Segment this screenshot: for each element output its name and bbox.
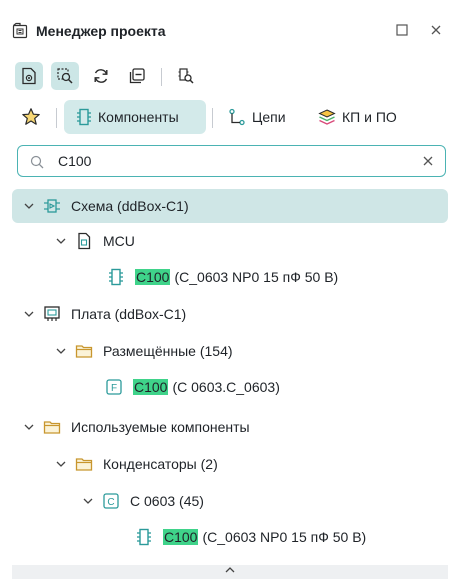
collapse-all-button[interactable]: [123, 62, 151, 90]
tab-label: Компоненты: [98, 109, 179, 125]
tree-node-c100-footprint[interactable]: F C100 (C 0603.C_0603): [12, 370, 448, 404]
component-icon: [107, 268, 125, 286]
chevron-up-icon: [225, 567, 235, 573]
refresh-icon: [94, 69, 108, 83]
title-bar: Менеджер проекта: [0, 0, 452, 50]
tree-node-label: (C_0603 NP0 15 пФ 50 В): [174, 269, 339, 285]
close-button[interactable]: [426, 20, 446, 40]
project-manager-icon: [12, 22, 28, 39]
maximize-button[interactable]: [392, 20, 412, 40]
svg-text:C: C: [107, 497, 114, 508]
locate-button[interactable]: [172, 62, 200, 90]
tabs-separator: [212, 108, 213, 128]
layers-icon: [318, 109, 336, 125]
tree-node-capacitors[interactable]: Конденсаторы (2): [12, 447, 448, 481]
search-match-highlight: C100: [135, 269, 171, 285]
search-input[interactable]: [58, 150, 418, 172]
view-toggle-button[interactable]: [15, 62, 43, 90]
svg-text:F: F: [111, 383, 117, 394]
search-box[interactable]: [17, 145, 446, 177]
toolbar-separator: [161, 68, 162, 86]
chevron-down-icon[interactable]: [53, 343, 69, 359]
maximize-icon: [396, 24, 408, 36]
chevron-down-icon[interactable]: [80, 493, 96, 509]
search-match-highlight: C100: [163, 529, 199, 545]
tab-label: Цепи: [252, 109, 286, 125]
scroll-up-bar[interactable]: [12, 565, 448, 579]
tree-node-label: C 0603 (45): [130, 493, 204, 509]
tree-node-placed[interactable]: Размещённые (154): [12, 334, 448, 368]
tree-node-label: Плата (ddBox-C1): [71, 306, 187, 322]
filter-focus-button[interactable]: [51, 62, 79, 90]
chevron-down-icon[interactable]: [53, 456, 69, 472]
search-match-highlight: C100: [133, 379, 169, 395]
sheet-icon: [75, 232, 93, 250]
locate-icon: [178, 68, 194, 84]
footprint-icon: F: [105, 378, 123, 396]
view-document-icon: [22, 67, 36, 85]
tab-label: КП и ПО: [342, 109, 397, 125]
component-icon: [77, 108, 91, 126]
clear-search-icon[interactable]: [421, 154, 435, 168]
collapse-all-icon: [129, 68, 145, 84]
toolbar: [0, 62, 452, 94]
tree-node-label: Используемые компоненты: [71, 419, 250, 435]
close-icon: [431, 25, 441, 35]
tree-node-c0603[interactable]: C C 0603 (45): [12, 484, 448, 518]
chevron-down-icon[interactable]: [53, 233, 69, 249]
tree-node-label: MCU: [103, 233, 135, 249]
tree-node-label: Размещённые (154): [103, 343, 233, 359]
tab-components[interactable]: Компоненты: [64, 100, 206, 134]
net-icon: [229, 108, 245, 126]
panel-title: Менеджер проекта: [36, 23, 166, 39]
tree-node-label: (C_0603 NP0 15 пФ 50 В): [202, 529, 367, 545]
star-icon: [22, 108, 40, 125]
tree-node-label: (C 0603.C_0603): [172, 379, 280, 395]
component-type-icon: C: [102, 492, 120, 510]
tree-node-schematic[interactable]: Схема (ddBox-C1): [12, 189, 448, 223]
folder-icon: [75, 455, 93, 473]
tree-node-label: Конденсаторы (2): [103, 456, 218, 472]
chevron-down-icon[interactable]: [21, 198, 37, 214]
tree-node-mcu[interactable]: MCU: [12, 224, 448, 258]
folder-icon: [75, 342, 93, 360]
chevron-down-icon[interactable]: [21, 306, 37, 322]
view-tabs: Компоненты Цепи КП и ПО: [0, 100, 452, 134]
tree-node-used-components[interactable]: Используемые компоненты: [12, 410, 448, 444]
tree-node-board[interactable]: Плата (ddBox-C1): [12, 297, 448, 331]
tree-node-c100-schematic[interactable]: C100 (C_0603 NP0 15 пФ 50 В): [12, 260, 448, 294]
search-icon: [30, 155, 44, 169]
folder-icon: [43, 418, 61, 436]
board-icon: [43, 305, 61, 323]
chevron-down-icon[interactable]: [21, 419, 37, 435]
tree-node-label: Схема (ddBox-C1): [71, 198, 189, 214]
tabs-separator: [56, 108, 57, 128]
refresh-button[interactable]: [87, 62, 115, 90]
tab-nets[interactable]: Цепи: [222, 100, 302, 134]
tab-pads-vias[interactable]: КП и ПО: [310, 100, 410, 134]
component-icon: [135, 528, 153, 546]
zoom-selection-icon: [57, 68, 73, 84]
tree-node-c100-component[interactable]: C100 (C_0603 NP0 15 пФ 50 В): [12, 520, 448, 554]
schematic-icon: [43, 197, 61, 215]
favorites-button[interactable]: [18, 100, 44, 134]
